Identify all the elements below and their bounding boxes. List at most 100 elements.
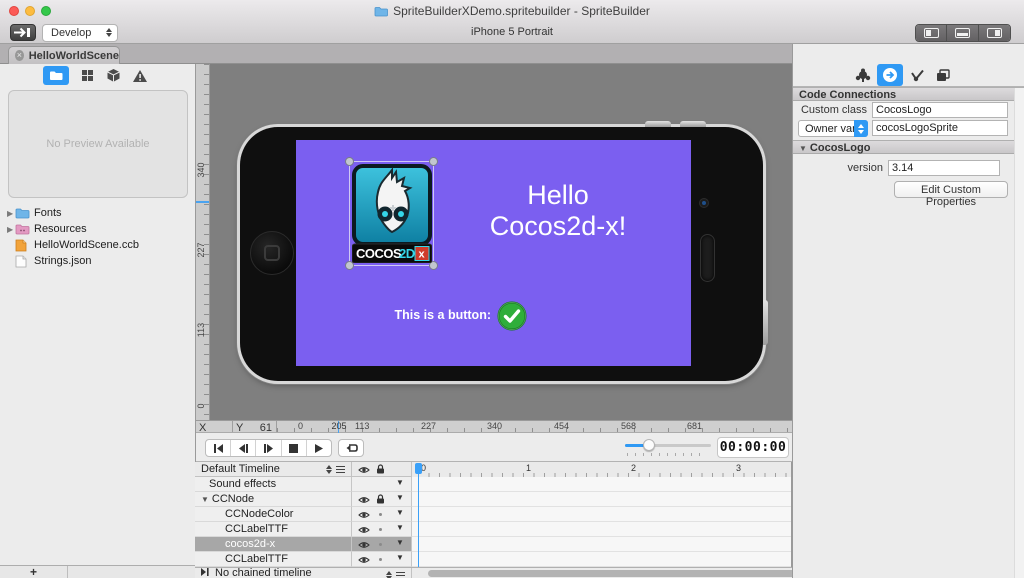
lock-dot-icon[interactable] bbox=[379, 543, 382, 546]
toggle-right-panel-button[interactable] bbox=[979, 25, 1010, 41]
sidebar-mode-tabs bbox=[0, 64, 195, 88]
keyframe-marker-icon[interactable]: ▼ bbox=[396, 553, 404, 562]
timeline-header: Default Timeline 0 1 2 3 bbox=[195, 462, 791, 477]
warning-icon bbox=[132, 69, 148, 83]
button-caption-label[interactable]: This is a button: bbox=[296, 308, 491, 322]
owner-var-field[interactable] bbox=[872, 120, 1008, 136]
custom-class-field[interactable] bbox=[872, 102, 1008, 118]
stop-button[interactable] bbox=[282, 440, 307, 456]
disclosure-triangle-icon[interactable]: ▼ bbox=[201, 495, 209, 504]
toggle-bottom-panel-button[interactable] bbox=[947, 25, 978, 41]
step-forward-button[interactable] bbox=[256, 440, 281, 456]
stage-canvas[interactable]: 340 227 113 0 bbox=[196, 64, 792, 420]
coordinate-ruler-row: X Y61 0 113 227 340 454 568 681 205 bbox=[196, 420, 792, 433]
owner-var-popup[interactable]: Owner var bbox=[798, 120, 868, 137]
tab-warnings[interactable] bbox=[127, 66, 153, 85]
power-button bbox=[763, 300, 768, 345]
eye-icon[interactable] bbox=[358, 525, 370, 537]
timeline-track[interactable] bbox=[412, 507, 791, 522]
version-field[interactable] bbox=[888, 160, 1000, 176]
eye-icon[interactable] bbox=[358, 495, 370, 507]
eye-icon[interactable] bbox=[358, 510, 370, 522]
tab-item-properties[interactable] bbox=[850, 64, 876, 86]
timeline-row-cclabelttf[interactable]: CCLabelTTF ▼ bbox=[195, 522, 791, 537]
skip-to-start-button[interactable] bbox=[206, 440, 231, 456]
tab-node-library[interactable] bbox=[100, 66, 126, 85]
section-cocoslogo[interactable]: ▼CocosLogo bbox=[793, 140, 1024, 154]
device-resolution-label: iPhone 5 Portrait bbox=[0, 26, 1024, 38]
list-item-helloworldscene-ccb[interactable]: HelloWorldScene.ccb bbox=[0, 237, 195, 253]
timeline-track[interactable] bbox=[412, 522, 791, 537]
vertical-ruler: 340 227 113 0 bbox=[196, 64, 210, 420]
sidebar-bottom-bar: + bbox=[0, 565, 195, 578]
lock-dot-icon[interactable] bbox=[379, 513, 382, 516]
playhead[interactable] bbox=[415, 463, 422, 474]
timeline-track[interactable] bbox=[412, 552, 791, 567]
list-item-strings-json[interactable]: Strings.json bbox=[0, 253, 195, 269]
edit-custom-properties-button[interactable]: Edit Custom Properties bbox=[894, 181, 1008, 198]
arrow-circle-icon bbox=[882, 67, 898, 83]
close-tab-icon[interactable]: × bbox=[15, 50, 24, 61]
loop-playback-button[interactable] bbox=[338, 439, 364, 457]
hello-label[interactable]: Hello Cocos2d-x! bbox=[458, 180, 658, 242]
tab-helloworldscene[interactable]: × HelloWorldScene bbox=[8, 46, 120, 64]
disclosure-triangle-icon[interactable]: ▶ bbox=[7, 225, 15, 234]
visibility-lock-header bbox=[352, 462, 412, 476]
tab-code-connections[interactable] bbox=[877, 64, 903, 86]
cocos2dx-logo-sprite[interactable]: COCOS 2D x bbox=[352, 164, 432, 263]
inspector-scrollbar[interactable] bbox=[1014, 88, 1024, 578]
no-preview-label: No Preview Available bbox=[46, 138, 149, 150]
play-button[interactable] bbox=[307, 440, 331, 456]
physics-joint-icon bbox=[910, 69, 925, 82]
checkmark-button[interactable] bbox=[497, 301, 527, 331]
eye-icon[interactable] bbox=[358, 540, 370, 552]
inspector-tabs bbox=[793, 63, 1024, 87]
lock-dot-icon[interactable] bbox=[379, 528, 382, 531]
lock-icon[interactable] bbox=[376, 494, 385, 507]
list-item-resources[interactable]: ▶ Resources bbox=[0, 221, 195, 237]
add-resource-button[interactable]: + bbox=[0, 566, 68, 578]
cursor-x-ruler-label: 205 bbox=[324, 421, 354, 431]
playback-time-display: 00:00:00 bbox=[717, 437, 789, 458]
eye-icon[interactable] bbox=[358, 555, 370, 567]
timeline-row-ccnodecolor[interactable]: CCNodeColor ▼ bbox=[195, 507, 791, 522]
loop-icon bbox=[345, 443, 358, 453]
disclosure-triangle-icon[interactable]: ▼ bbox=[799, 144, 807, 153]
timeline-zoom-slider[interactable] bbox=[625, 439, 711, 455]
json-file-icon bbox=[15, 255, 30, 268]
menu-icon[interactable] bbox=[336, 466, 345, 473]
slider-knob[interactable] bbox=[643, 439, 655, 451]
timeline-selector[interactable]: Default Timeline bbox=[195, 462, 352, 476]
disclosure-triangle-icon[interactable]: ▶ bbox=[7, 209, 15, 218]
keyframe-marker-icon[interactable]: ▼ bbox=[396, 523, 404, 532]
tab-templates[interactable] bbox=[930, 64, 956, 86]
window-chrome: SpriteBuilderXDemo.spritebuilder - Sprit… bbox=[0, 0, 1024, 44]
keyframe-marker-icon[interactable]: ▼ bbox=[396, 493, 404, 502]
timeline-row-sound-effects[interactable]: Sound effects ▼ bbox=[195, 477, 791, 492]
timeline-row-cclabelttf-2[interactable]: CCLabelTTF ▼ bbox=[195, 552, 791, 567]
horizontal-ruler: 0 113 227 340 454 568 681 205 bbox=[277, 421, 792, 432]
timeline-row-cocos2dx-selected[interactable]: cocos2d-x ▼ bbox=[195, 537, 791, 552]
toggle-left-panel-button[interactable] bbox=[916, 25, 947, 41]
tab-tileless-editor[interactable] bbox=[74, 66, 100, 85]
section-code-connections[interactable]: Code Connections bbox=[793, 87, 1024, 101]
ruler-cursor-marker bbox=[196, 201, 209, 203]
menu-icon[interactable] bbox=[396, 572, 405, 578]
tab-files[interactable] bbox=[43, 66, 69, 85]
keyframe-marker-icon[interactable]: ▼ bbox=[396, 508, 404, 517]
timeline-track[interactable] bbox=[412, 537, 791, 552]
lock-dot-icon[interactable] bbox=[379, 558, 382, 561]
keyframe-marker-icon[interactable]: ▼ bbox=[396, 478, 404, 487]
tab-physics[interactable] bbox=[904, 64, 930, 86]
scene-viewport[interactable]: COCOS 2D x Hello Cocos2d-x! This is a bu… bbox=[296, 140, 691, 366]
list-item-fonts[interactable]: ▶ Fonts bbox=[0, 205, 195, 221]
timeline-ruler[interactable]: 0 1 2 3 bbox=[412, 462, 791, 477]
timeline-track[interactable] bbox=[412, 492, 791, 507]
step-back-button[interactable] bbox=[231, 440, 256, 456]
chained-timeline-selector[interactable]: No chained timeline bbox=[195, 568, 412, 578]
folder-blue-icon bbox=[15, 207, 30, 219]
front-camera bbox=[699, 198, 709, 208]
keyframe-marker-icon[interactable]: ▼ bbox=[396, 538, 404, 547]
timeline-row-ccnode[interactable]: ▼CCNode ▼ bbox=[195, 492, 791, 507]
timeline-track[interactable] bbox=[412, 477, 791, 492]
